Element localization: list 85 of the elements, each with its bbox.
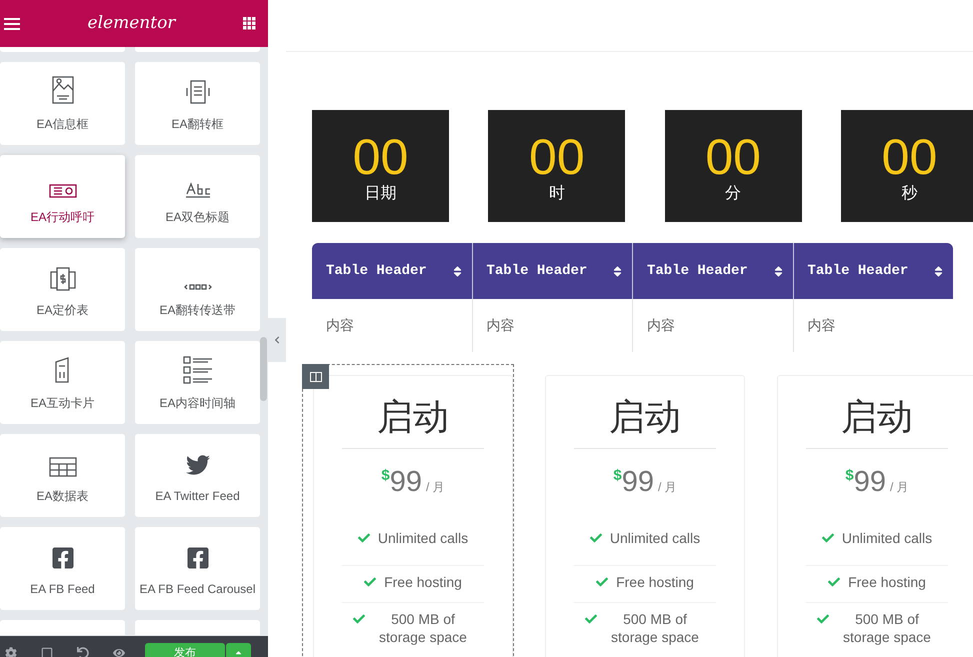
widget-card[interactable]: EA信息框 [0, 62, 125, 145]
table-header[interactable]: Table Header [647, 260, 748, 282]
feature-text: 500 MB of storage space [610, 610, 700, 646]
widget-card[interactable]: EA定价表 [0, 248, 125, 331]
feature-text: Unlimited calls [378, 528, 468, 546]
logo: elementor [88, 12, 176, 35]
history-icon[interactable] [77, 647, 89, 657]
countdown-digits: 00 [352, 132, 408, 182]
columns-icon [310, 372, 322, 382]
plan-title: 启动 [806, 396, 948, 449]
sort-icon[interactable] [932, 264, 945, 278]
heading-icon [184, 182, 210, 198]
sort-icon[interactable] [611, 264, 624, 278]
widget-card[interactable]: EA翻转传送带 [135, 248, 260, 331]
bird-icon [186, 452, 210, 476]
table-header[interactable]: Table Header [486, 260, 588, 282]
preview-icon[interactable] [113, 647, 125, 657]
countdown-label: 秒 [901, 184, 918, 204]
feature-text: Free hosting [384, 572, 462, 590]
settings-icon[interactable] [5, 647, 17, 657]
image-card-icon [50, 74, 74, 104]
feature-text: Unlimited calls [610, 528, 700, 546]
price-period: / 月 [890, 479, 909, 496]
countdown-digits: 00 [882, 132, 938, 182]
document-icon [184, 78, 212, 104]
widget-card[interactable]: EA FB Feed Carousel [135, 527, 260, 610]
currency-symbol: $ [381, 466, 390, 486]
feature-text: 500 MB of storage space [842, 610, 932, 646]
menu-card-icon [54, 356, 72, 384]
feature-text: Unlimited calls [842, 528, 932, 546]
countdown-label: 时 [548, 184, 565, 204]
facebook-icon [50, 546, 74, 570]
chevron-left-icon [273, 336, 281, 344]
table-header[interactable]: Table Header [326, 260, 427, 282]
currency-symbol: $ [845, 466, 854, 486]
countdown-label: 日期 [364, 184, 396, 204]
table-icon [48, 456, 76, 476]
widget-card[interactable]: EA双色标题 [135, 155, 260, 238]
plan-title: 启动 [574, 396, 716, 449]
feature-text: Free hosting [616, 572, 694, 590]
collapse-handle[interactable] [268, 318, 286, 362]
widget-card[interactable]: EA FB Feed [0, 527, 125, 610]
countdown-label: 分 [725, 184, 742, 204]
table-cell: 内容 [792, 299, 953, 352]
table-header[interactable]: Table Header [808, 260, 908, 282]
widget-card[interactable]: EA数据表 [0, 434, 125, 517]
widget-card[interactable]: EA内容时间轴 [135, 341, 260, 424]
facebook-icon [186, 546, 210, 570]
price-period: / 月 [658, 479, 677, 496]
widget-card[interactable]: EA互动卡片 [0, 341, 125, 424]
table-cell: 内容 [632, 299, 792, 352]
price-period: / 月 [426, 479, 445, 496]
publish-options-button[interactable] [226, 643, 251, 657]
table-cell-text: 内容 [325, 316, 355, 335]
currency-symbol: $ [613, 466, 622, 486]
check-icon [596, 576, 608, 588]
check-icon [358, 532, 370, 544]
check-icon [364, 576, 376, 588]
column-handle[interactable] [302, 364, 329, 389]
price: 99 [854, 465, 886, 500]
feature-text: 500 MB of storage space [378, 610, 468, 646]
widget-card[interactable]: EA行动呼吁 [0, 155, 125, 238]
navigator-icon[interactable] [41, 647, 53, 657]
check-icon [817, 612, 829, 624]
check-icon [828, 576, 840, 588]
price-tag-icon [48, 266, 76, 290]
countdown-digits: 00 [529, 132, 585, 182]
widget-card[interactable]: EA Twitter Feed [135, 434, 260, 517]
menu-icon[interactable] [4, 16, 20, 30]
feature-text: Free hosting [848, 572, 926, 590]
check-icon [822, 532, 834, 544]
carousel-icon [184, 282, 212, 290]
check-icon [585, 612, 597, 624]
countdown-digits: 00 [705, 132, 761, 182]
check-icon [590, 532, 602, 544]
call-to-action-icon [48, 184, 76, 198]
plan-title: 启动 [342, 396, 484, 449]
price: 99 [390, 465, 422, 500]
grid-icon[interactable] [242, 17, 256, 30]
scrollbar-thumb[interactable] [260, 337, 267, 401]
table-cell: 内容 [472, 299, 632, 352]
price: 99 [622, 465, 654, 500]
check-icon [353, 612, 365, 624]
widget-card[interactable]: EA翻转框 [135, 62, 260, 145]
timeline-icon [182, 356, 212, 384]
